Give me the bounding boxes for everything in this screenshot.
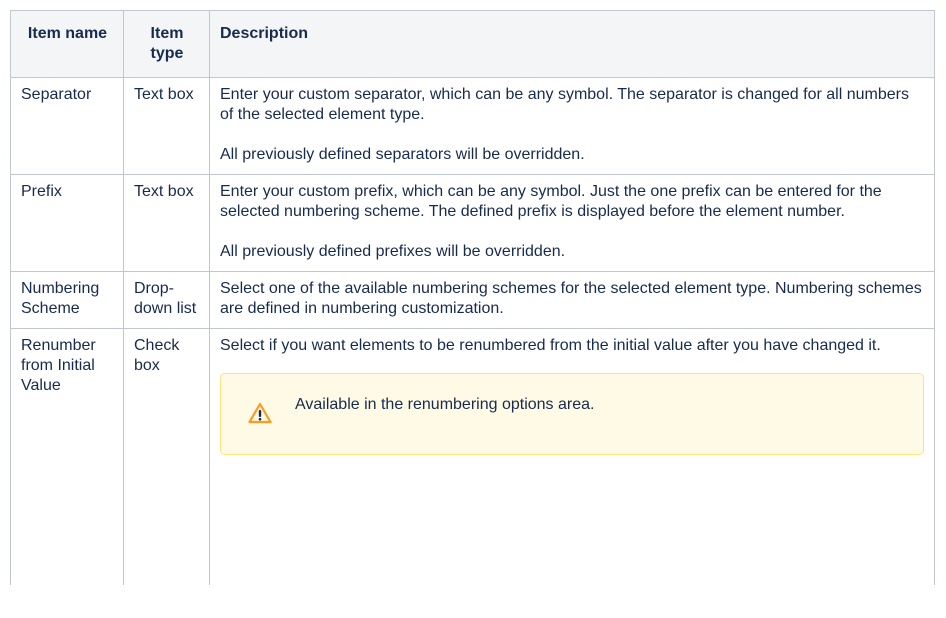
cell-item-name: Numbering Scheme xyxy=(10,271,124,329)
cell-item-type: Text box xyxy=(123,174,210,272)
cell-description: Select one of the available numbering sc… xyxy=(209,271,935,329)
options-table: Item name Item type Description Separato… xyxy=(10,10,935,585)
cell-item-type: Text box xyxy=(123,77,210,175)
description-paragraph: All previously defined prefixes will be … xyxy=(220,243,566,260)
cell-description: Enter your custom prefix, which can be a… xyxy=(209,174,935,272)
warning-icon xyxy=(248,402,272,424)
table-header-row: Item name Item type Description xyxy=(10,10,935,78)
description-paragraph: Enter your custom prefix, which can be a… xyxy=(220,183,882,220)
cell-item-type: Drop-down list xyxy=(123,271,210,329)
table-row: Renumber from Initial Value Check box Se… xyxy=(10,328,935,585)
cell-item-type: Check box xyxy=(123,328,210,585)
warning-callout: Available in the renumbering options are… xyxy=(220,373,924,455)
callout-text: Available in the renumbering options are… xyxy=(295,396,595,413)
header-description: Description xyxy=(209,10,935,78)
description-paragraph: Enter your custom separator, which can b… xyxy=(220,86,909,123)
table-row: Prefix Text box Enter your custom prefix… xyxy=(10,174,935,272)
header-item-name: Item name xyxy=(10,10,124,78)
cell-item-name: Prefix xyxy=(10,174,124,272)
table-row: Numbering Scheme Drop-down list Select o… xyxy=(10,271,935,329)
cell-item-name: Separator xyxy=(10,77,124,175)
cell-description: Enter your custom separator, which can b… xyxy=(209,77,935,175)
description-paragraph: Select one of the available numbering sc… xyxy=(220,280,922,317)
table-row: Separator Text box Enter your custom sep… xyxy=(10,77,935,175)
cell-description: Select if you want elements to be renumb… xyxy=(209,328,935,585)
description-paragraph: All previously defined separators will b… xyxy=(220,146,585,163)
description-paragraph: Select if you want elements to be renumb… xyxy=(220,337,881,354)
header-item-type: Item type xyxy=(123,10,210,78)
document-body: Item name Item type Description Separato… xyxy=(10,10,935,585)
cell-item-name: Renumber from Initial Value xyxy=(10,328,124,585)
